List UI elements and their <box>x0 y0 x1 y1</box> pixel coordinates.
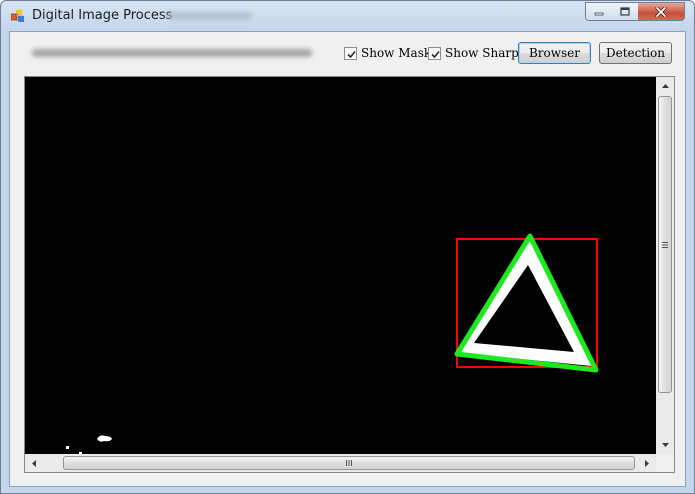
close-icon <box>655 6 667 17</box>
scroll-left-button[interactable] <box>25 454 43 472</box>
blurred-title-suffix <box>166 12 252 20</box>
show-mask-check-box[interactable] <box>344 46 357 60</box>
client-area: Show Mask Show Sharp Browser Detection <box>9 31 686 487</box>
show-mask-checkbox[interactable]: Show Mask <box>344 45 431 61</box>
scroll-right-button[interactable] <box>638 454 656 472</box>
file-path-field[interactable] <box>24 43 340 62</box>
show-sharp-label: Show Sharp <box>445 46 519 60</box>
blurred-file-path <box>32 49 312 57</box>
minimize-button[interactable] <box>585 2 613 21</box>
detection-button[interactable]: Detection <box>599 42 672 64</box>
mask-blob <box>97 435 112 442</box>
window-title: Digital Image Process <box>32 8 173 23</box>
minimize-icon <box>594 12 604 15</box>
grip-icon <box>346 460 352 466</box>
show-sharp-checkbox[interactable]: Show Sharp <box>428 45 519 61</box>
scroll-down-button[interactable] <box>656 436 674 454</box>
scroll-up-button[interactable] <box>656 77 674 95</box>
arrow-right-icon <box>645 459 649 467</box>
processed-image <box>66 233 599 454</box>
maximize-icon <box>620 7 630 16</box>
triangle-mask <box>459 239 592 366</box>
maximize-button[interactable] <box>612 2 639 21</box>
mask-speck <box>66 446 69 449</box>
arrow-left-icon <box>32 459 36 467</box>
checkmark-icon <box>347 50 356 58</box>
title-bar[interactable]: Digital Image Process <box>1 1 694 31</box>
horizontal-scroll-thumb[interactable] <box>63 456 635 470</box>
close-button[interactable] <box>638 2 685 21</box>
checkmark-icon <box>431 50 440 58</box>
arrow-up-icon <box>661 84 669 88</box>
image-canvas <box>25 77 656 454</box>
browser-button[interactable]: Browser <box>518 42 591 64</box>
grip-icon <box>662 241 668 248</box>
arrow-down-icon <box>661 443 669 447</box>
vertical-scrollbar[interactable] <box>656 77 674 454</box>
vertical-scroll-thumb[interactable] <box>658 96 672 393</box>
show-sharp-check-box[interactable] <box>428 46 441 60</box>
show-mask-label: Show Mask <box>361 46 432 60</box>
horizontal-scrollbar[interactable] <box>25 454 656 472</box>
app-icon <box>11 10 24 22</box>
image-viewport[interactable] <box>24 76 675 473</box>
main-window: Digital Image Process Show Mask Show Sha… <box>0 0 695 494</box>
scrollbar-corner <box>656 454 674 472</box>
